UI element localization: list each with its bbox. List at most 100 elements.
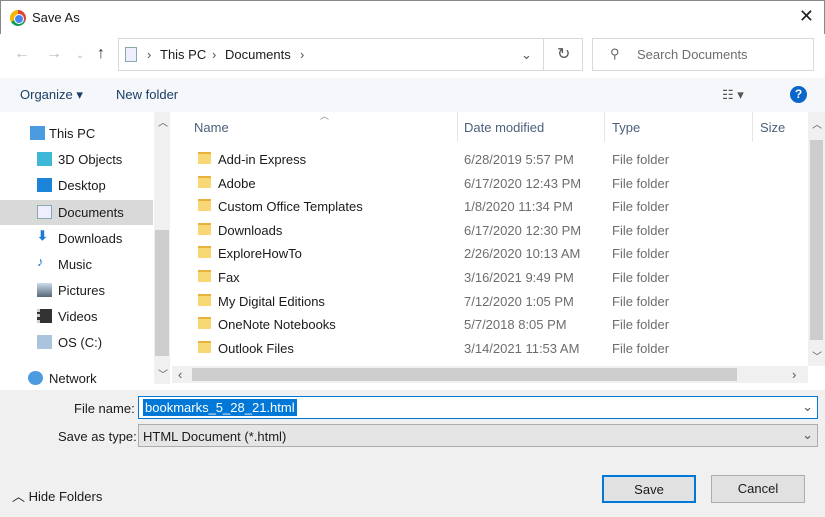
breadcrumb-this-pc[interactable]: This PC <box>160 47 206 62</box>
drive-icon <box>37 335 52 349</box>
window-title: Save As <box>32 10 80 25</box>
up-button[interactable]: ↑ <box>97 45 105 63</box>
nav-item-pictures[interactable]: Pictures <box>0 278 153 303</box>
back-button[interactable]: ← <box>14 45 30 63</box>
search-placeholder: Search Documents <box>637 47 748 62</box>
file-type: File folder <box>612 270 670 285</box>
save-button[interactable]: Save <box>602 475 696 503</box>
forward-button[interactable]: → <box>46 45 62 63</box>
file-type: File folder <box>612 175 670 191</box>
close-button[interactable]: ✕ <box>799 6 814 27</box>
nav-scrollbar[interactable]: ︿ ﹀ <box>154 112 170 384</box>
nav-item-network[interactable]: Network <box>0 366 153 391</box>
nav-item-music[interactable]: ♪ Music <box>0 252 153 277</box>
file-name: Outlook Files <box>218 340 294 356</box>
picture-icon <box>37 283 52 297</box>
column-size[interactable]: Size <box>760 120 785 135</box>
file-row[interactable]: Downloads 6/17/2020 12:30 PM File folder <box>172 218 807 241</box>
scroll-thumb[interactable] <box>192 368 737 381</box>
file-name: Add-in Express <box>218 152 307 167</box>
file-type: File folder <box>612 293 670 309</box>
column-type[interactable]: Type <box>612 120 640 135</box>
nav-item-documents[interactable]: Documents <box>0 200 153 225</box>
folder-icon <box>198 222 211 235</box>
nav-item-3d-objects[interactable]: 3D Objects <box>0 147 153 172</box>
hide-folders-button[interactable]: ︿ Hide Folders <box>12 486 102 505</box>
nav-item-videos[interactable]: Videos <box>0 304 153 329</box>
file-row[interactable]: OneNote Notebooks 5/7/2018 8:05 PM File … <box>172 312 807 335</box>
file-name: OneNote Notebooks <box>218 317 336 333</box>
file-list-vscrollbar[interactable]: ︿ ﹀ <box>808 112 825 366</box>
scroll-down-icon[interactable]: ﹀ <box>158 366 168 381</box>
cube-icon <box>37 152 52 166</box>
file-row[interactable]: Add-in Express 6/28/2019 5:57 PM File fo… <box>172 147 807 170</box>
file-name: Fax <box>218 270 240 285</box>
file-type: File folder <box>612 152 670 167</box>
file-row[interactable]: Fax 3/16/2021 9:49 PM File folder <box>172 265 807 288</box>
save-as-type-label: Save as type: <box>58 429 137 444</box>
nav-label: Pictures <box>58 283 105 298</box>
breadcrumb-documents[interactable]: Documents <box>225 47 291 62</box>
divider <box>457 112 458 142</box>
cancel-button[interactable]: Cancel <box>711 475 805 503</box>
nav-item-os-c[interactable]: OS (C:) <box>0 330 153 355</box>
column-name[interactable]: Name <box>194 120 229 135</box>
chevron-down-icon[interactable]: ⌄ <box>802 399 813 415</box>
divider <box>752 112 753 142</box>
navigation-pane: This PC 3D Objects Desktop Documents ⬇ Do… <box>0 112 170 390</box>
scroll-thumb[interactable] <box>155 230 169 356</box>
file-date: 6/17/2020 12:30 PM <box>464 222 582 238</box>
nav-item-desktop[interactable]: Desktop <box>0 173 153 198</box>
file-name-value: bookmarks_5_28_21.html <box>143 399 297 416</box>
nav-item-downloads[interactable]: ⬇ Downloads <box>0 226 153 251</box>
scroll-up-icon[interactable]: ︿ <box>158 114 168 129</box>
refresh-button[interactable]: ↻ <box>557 44 570 64</box>
file-type: File folder <box>612 199 670 215</box>
hide-folders-label: Hide Folders <box>28 489 103 504</box>
file-date: 5/7/2018 8:05 PM <box>464 317 567 333</box>
folder-icon <box>198 293 211 306</box>
scroll-thumb[interactable] <box>810 140 823 340</box>
file-name: ExploreHowTo <box>218 246 302 262</box>
recent-dropdown[interactable]: ⌄ <box>76 50 84 61</box>
file-name: Downloads <box>218 222 283 238</box>
nav-item-this-pc[interactable]: This PC <box>0 121 153 146</box>
column-date-modified[interactable]: Date modified <box>464 120 544 135</box>
file-date: 3/14/2021 11:53 AM <box>464 340 580 356</box>
chevron-icon: › <box>300 47 305 62</box>
scroll-left-icon[interactable]: ‹ <box>178 367 182 382</box>
file-name-input[interactable]: bookmarks_5_28_21.html ⌄ <box>138 396 818 419</box>
scroll-up-icon[interactable]: ︿ <box>812 116 822 131</box>
folder-icon <box>198 270 211 282</box>
folder-icon <box>198 317 211 330</box>
search-input[interactable]: ⚲ Search Documents <box>592 38 814 71</box>
file-date: 6/28/2019 5:57 PM <box>464 152 574 167</box>
nav-label: Downloads <box>58 231 123 246</box>
organize-button[interactable]: Organize ▾ <box>20 87 83 103</box>
file-date: 3/16/2021 9:49 PM <box>464 270 574 285</box>
file-name: My Digital Editions <box>218 293 325 309</box>
help-button[interactable]: ? <box>790 86 807 103</box>
file-list-hscrollbar[interactable]: ‹ › <box>172 366 808 383</box>
file-row[interactable]: My Digital Editions 7/12/2020 1:05 PM Fi… <box>172 289 807 312</box>
save-as-type-select[interactable]: HTML Document (*.html) ⌄ <box>138 424 818 447</box>
new-folder-button[interactable]: New folder <box>116 87 178 102</box>
file-row[interactable]: Adobe 6/17/2020 12:43 PM File folder <box>172 171 807 194</box>
desktop-icon <box>37 178 52 192</box>
address-bar[interactable]: › This PC › Documents › ⌄ ↻ <box>118 38 583 71</box>
file-row[interactable]: Outlook Files 3/14/2021 11:53 AM File fo… <box>172 336 807 359</box>
file-type: File folder <box>612 222 670 238</box>
address-dropdown[interactable]: ⌄ <box>521 47 532 63</box>
file-date: 1/8/2020 11:34 PM <box>464 199 573 215</box>
column-headers: ︿ Name Date modified Type Size <box>172 111 825 142</box>
file-type: File folder <box>612 317 670 333</box>
nav-label: Desktop <box>58 178 106 193</box>
scroll-down-icon[interactable]: ﹀ <box>812 348 822 363</box>
scroll-right-icon[interactable]: › <box>792 367 796 382</box>
file-row[interactable]: Custom Office Templates 1/8/2020 11:34 P… <box>172 194 807 217</box>
chevron-down-icon[interactable]: ⌄ <box>802 427 813 443</box>
file-name: Custom Office Templates <box>218 199 363 215</box>
view-options-button[interactable]: ☷ ▾ <box>722 87 744 103</box>
file-row[interactable]: ExploreHowTo 2/26/2020 10:13 AM File fol… <box>172 241 807 264</box>
document-icon <box>37 205 52 219</box>
